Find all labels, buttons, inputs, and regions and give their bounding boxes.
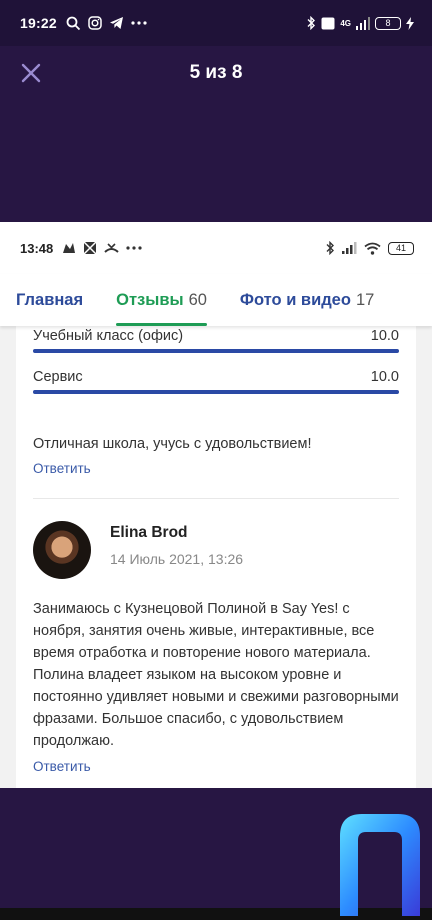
volte-icon bbox=[321, 17, 335, 30]
tab-label: Фото и видео bbox=[239, 290, 351, 309]
rating-value: 10.0 bbox=[370, 328, 399, 344]
image-viewer-header: 5 из 8 bbox=[0, 46, 432, 222]
author-name: Elina Brod bbox=[110, 524, 188, 541]
wifi-icon bbox=[364, 242, 381, 255]
missed-call-icon bbox=[104, 242, 119, 255]
bluetooth-icon bbox=[306, 16, 316, 30]
review-date: 14 Июль 2021, 13:26 bbox=[110, 551, 244, 567]
more-dots-icon bbox=[131, 21, 147, 25]
rating-bar-fill bbox=[33, 390, 399, 394]
app-logo-icon[interactable] bbox=[334, 810, 426, 916]
image-counter: 5 из 8 bbox=[189, 62, 243, 83]
more-dots-icon bbox=[126, 246, 142, 250]
charging-icon bbox=[406, 16, 414, 30]
bluetooth-icon bbox=[325, 241, 335, 255]
tab-count: 17 bbox=[355, 290, 375, 309]
battery-indicator: 8 bbox=[375, 16, 401, 30]
rating-label: Сервис bbox=[33, 369, 83, 385]
inner-status-time: 13:48 bbox=[20, 240, 54, 256]
tab-main[interactable]: Главная bbox=[16, 274, 83, 326]
rating-bar bbox=[33, 390, 399, 394]
rating-bar-fill bbox=[33, 349, 399, 353]
reply-link[interactable]: Ответить bbox=[33, 461, 91, 476]
screenshot-image: 13:48 41 Главная Отзывы 60 Фото и видео … bbox=[0, 222, 432, 788]
review-text: Занимаюсь с Кузнецовой Полиной в Say Yes… bbox=[33, 601, 399, 749]
review-header: Elina Brod 14 Июль 2021, 13:26 bbox=[33, 521, 399, 579]
inner-status-bar: 13:48 41 bbox=[0, 222, 432, 274]
instagram-icon bbox=[88, 16, 102, 30]
rating-value: 10.0 bbox=[370, 369, 399, 385]
battery-level: 41 bbox=[395, 243, 406, 253]
rating-bar bbox=[33, 349, 399, 353]
reviews-list: Учебный класс (офис) 10.0 Сервис 10.0 От… bbox=[16, 326, 416, 788]
signal-icon bbox=[356, 16, 370, 30]
divider bbox=[33, 498, 399, 499]
reply-link[interactable]: Ответить bbox=[33, 759, 91, 774]
battery-level: 8 bbox=[385, 18, 391, 28]
network-type-label: 4G bbox=[340, 18, 351, 28]
tab-photos-videos[interactable]: Фото и видео 17 bbox=[240, 274, 374, 326]
telegram-icon bbox=[109, 16, 124, 30]
app-notification-icon bbox=[61, 241, 76, 255]
outer-status-bar: 19:22 4G 8 bbox=[0, 0, 432, 46]
review-item: Elina Brod 14 Июль 2021, 13:26 Занимаюсь… bbox=[33, 521, 399, 776]
status-time: 19:22 bbox=[20, 15, 57, 31]
rating-row: Учебный класс (офис) 10.0 bbox=[33, 326, 399, 367]
tab-reviews[interactable]: Отзывы 60 bbox=[116, 274, 207, 326]
review-item: Отличная школа, учусь с удовольствием! О… bbox=[33, 433, 399, 478]
tab-count: 60 bbox=[188, 290, 207, 309]
tab-label: Главная bbox=[16, 290, 84, 309]
signal-icon bbox=[342, 242, 357, 254]
pattern-icon bbox=[83, 241, 97, 255]
tab-label: Отзывы bbox=[116, 290, 184, 309]
tab-bar: Главная Отзывы 60 Фото и видео 17 bbox=[0, 274, 432, 326]
rating-label: Учебный класс (офис) bbox=[33, 328, 184, 344]
search-icon bbox=[66, 16, 81, 31]
rating-row: Сервис 10.0 bbox=[33, 367, 399, 408]
avatar bbox=[33, 521, 91, 579]
review-text: Отличная школа, учусь с удовольствием! bbox=[33, 436, 312, 452]
battery-indicator: 41 bbox=[388, 241, 414, 255]
